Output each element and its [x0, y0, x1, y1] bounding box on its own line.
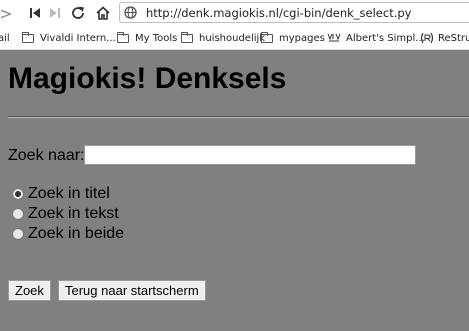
bookmark-label: My Tools: [135, 32, 178, 44]
next-page-icon[interactable]: [46, 3, 64, 23]
home-icon[interactable]: [92, 3, 114, 23]
radio-button[interactable]: [12, 188, 24, 200]
bookmark-item[interactable]: ail: [0, 31, 10, 45]
radio-label: Zoek in beide: [28, 225, 125, 242]
address-bar[interactable]: http://denk.magiokis.nl/cgi-bin/denk_sel…: [119, 2, 469, 23]
radio-option-beide[interactable]: Zoek in beide: [12, 225, 124, 243]
bookmark-restru[interactable]: ReStru: [420, 31, 469, 45]
radio-label: Zoek in titel: [28, 185, 110, 202]
folder-icon: [181, 31, 193, 43]
forward-icon[interactable]: >: [0, 3, 13, 23]
browser-toolbar: > http://denk.magiokis.nl/cgi-bin/denk_s…: [0, 0, 469, 26]
radio-option-tekst[interactable]: Zoek in tekst: [12, 205, 119, 223]
folder-icon: [261, 31, 273, 43]
bookmark-label: Vivaldi Intern...: [40, 32, 116, 44]
radio-button[interactable]: [12, 228, 24, 240]
radio-button[interactable]: [12, 208, 24, 220]
url-text: http://denk.magiokis.nl/cgi-bin/denk_sel…: [146, 6, 412, 20]
divider: [8, 116, 469, 118]
search-label: Zoek naar:: [8, 147, 85, 164]
search-button[interactable]: Zoek: [8, 280, 51, 301]
folder-icon: [117, 31, 129, 43]
bookmark-folder-huishoudelijk[interactable]: huishoudelijk: [181, 31, 265, 45]
radio-label: Zoek in tekst: [28, 205, 119, 222]
radio-option-titel[interactable]: Zoek in titel: [12, 185, 110, 203]
back-to-start-button[interactable]: Terug naar startscherm: [58, 280, 206, 301]
bookmark-label: huishoudelijk: [199, 32, 266, 44]
bookmark-folder-vivaldi[interactable]: Vivaldi Intern...: [22, 31, 116, 45]
page-content: Magiokis! Denksels Zoek naar: Zoek in ti…: [0, 50, 469, 331]
bookmark-label: mypages: [279, 32, 325, 44]
restru-icon: [420, 32, 434, 44]
folder-icon: [22, 31, 34, 43]
bookmark-label: ReStru: [438, 32, 469, 44]
bookmark-folder-my-tools[interactable]: My Tools: [117, 31, 177, 45]
search-input[interactable]: [84, 145, 416, 165]
bookmarks-bar: ail Vivaldi Intern... My Tools huishoude…: [0, 26, 469, 50]
bookmark-label: ail: [0, 32, 10, 44]
globe-icon: [124, 6, 137, 19]
page-title: Magiokis! Denksels: [8, 62, 287, 95]
first-page-icon[interactable]: [26, 3, 44, 23]
reload-icon[interactable]: [68, 3, 88, 23]
bookmark-alberts-simpl[interactable]: Albert's Simpl...: [327, 31, 425, 45]
bookmark-label: Albert's Simpl...: [346, 32, 425, 44]
vevlogo-icon: [327, 33, 341, 42]
bookmark-folder-mypages[interactable]: mypages: [261, 31, 325, 45]
